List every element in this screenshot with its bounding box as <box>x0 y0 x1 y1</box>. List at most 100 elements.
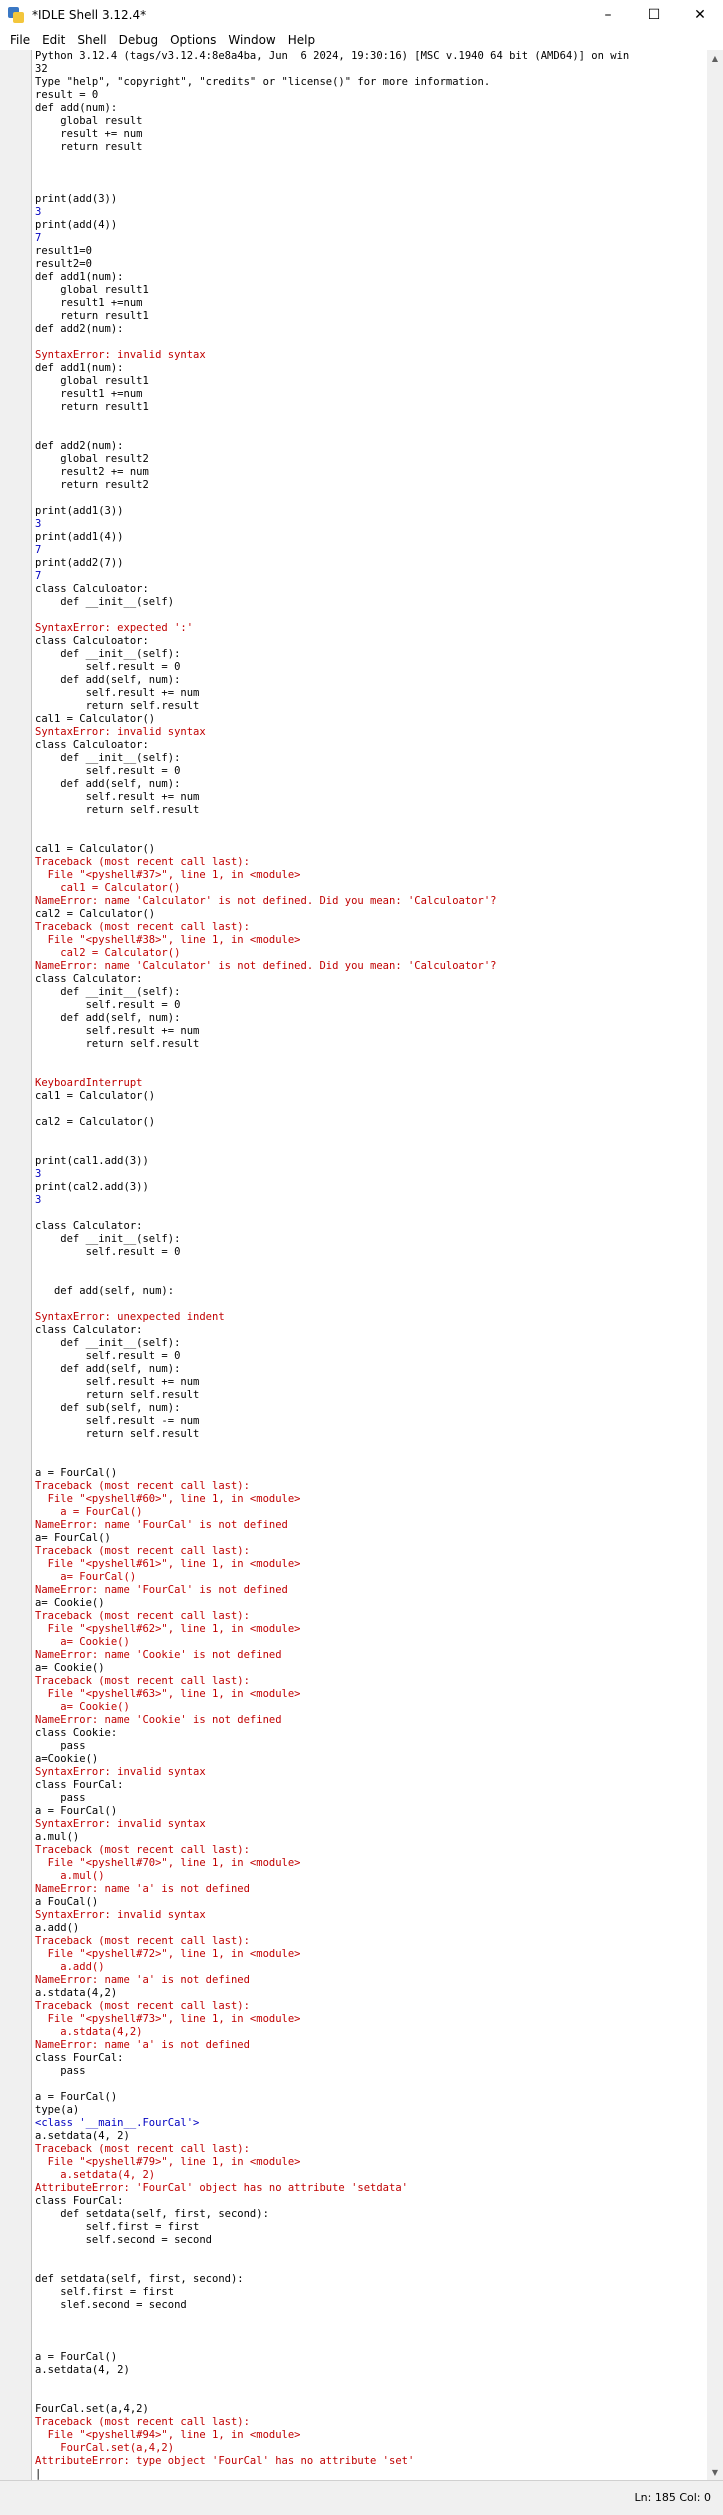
shell-line-text: Traceback (most recent call last): <box>35 921 250 933</box>
shell-line: Traceback (most recent call last): <box>35 1480 707 1493</box>
menu-options[interactable]: Options <box>164 30 222 50</box>
shell-line-text: Traceback (most recent call last): <box>35 1935 250 1947</box>
shell-line: ... self.result -= num <box>35 1415 707 1428</box>
shell-line: ... result1 +=num <box>35 388 707 401</box>
shell-text-area[interactable]: Python 3.12.4 (tags/v3.12.4:8e8a4ba, Jun… <box>35 50 707 2480</box>
shell-line: >>>def add1(num): <box>35 362 707 375</box>
menu-shell[interactable]: Shell <box>71 30 112 50</box>
shell-line: 3 <box>35 206 707 219</box>
shell-line: ... def add(self, num): <box>35 1363 707 1376</box>
shell-line-text: def __init__(self) <box>35 596 175 608</box>
minimize-button[interactable]: – <box>585 0 631 30</box>
shell-line-text: a= Cookie() <box>35 1701 130 1713</box>
scroll-up-icon[interactable]: ▲ <box>707 50 723 66</box>
shell-line-text: FourCal.set(a,4,2) <box>35 2442 175 2454</box>
shell-line-text: NameError: name 'Cookie' is not defined <box>35 1714 282 1726</box>
shell-line: >>> <box>35 1129 707 1142</box>
shell-line-text: <class '__main__.FourCal'> <box>35 2117 200 2129</box>
shell-line: ... self.first = first <box>35 2286 707 2299</box>
shell-line: >>>a = FourCal() <box>35 2091 707 2104</box>
shell-line-text: self.result += num <box>35 791 200 803</box>
shell-line: NameError: name 'Cookie' is not defined <box>35 1649 707 1662</box>
maximize-button[interactable]: ☐ <box>631 0 677 30</box>
shell-line: ... <box>35 2078 707 2091</box>
vertical-scrollbar[interactable]: ▲ ▼ <box>707 50 723 2480</box>
shell-line-text: Traceback (most recent call last): <box>35 2143 250 2155</box>
shell-line: >>>result2=0 <box>35 258 707 271</box>
shell-line-text: def __init__(self): <box>35 1337 181 1349</box>
shell-line: ... def __init__(self): <box>35 1233 707 1246</box>
shell-line: >>> <box>35 2390 707 2403</box>
shell-line: >>>print(add(4)) <box>35 219 707 232</box>
shell-line: SyntaxError: invalid syntax <box>35 1818 707 1831</box>
shell-line-text: a = FourCal() <box>35 1506 143 1518</box>
shell-line-text: Traceback (most recent call last): <box>35 1480 250 1492</box>
shell-line-text: return result1 <box>35 401 149 413</box>
window-controls: – ☐ ✕ <box>585 0 723 30</box>
shell-line-text: print(add1(4)) <box>35 531 124 543</box>
shell-line-text: return self.result <box>35 700 200 712</box>
shell-line-text: File "<pyshell#73>", line 1, in <module> <box>35 2013 301 2025</box>
shell-line-text: File "<pyshell#61>", line 1, in <module> <box>35 1558 301 1570</box>
menu-help[interactable]: Help <box>282 30 321 50</box>
menu-file[interactable]: File <box>4 30 36 50</box>
shell-line-text: Traceback (most recent call last): <box>35 856 250 868</box>
menu-window[interactable]: Window <box>222 30 281 50</box>
scroll-down-icon[interactable]: ▼ <box>707 2464 723 2480</box>
shell-line: 7 <box>35 232 707 245</box>
shell-line: ... <box>35 1051 707 1064</box>
shell-line-text: result = 0 <box>35 89 99 101</box>
shell-line: ... return self.result <box>35 1389 707 1402</box>
shell-line: ... def setdata(self, first, second): <box>35 2208 707 2221</box>
shell-line-text: def add(self, num): <box>35 1285 175 1297</box>
shell-line: a.setdata(4, 2) <box>35 2169 707 2182</box>
shell-line-text: print(add2(7)) <box>35 557 124 569</box>
shell-line: Traceback (most recent call last): <box>35 1545 707 1558</box>
shell-line: ... def __init__(self): <box>35 648 707 661</box>
shell-line-text: 3 <box>35 206 42 218</box>
shell-line-text: a = FourCal() <box>35 2091 118 2103</box>
shell-line: >>>class Calculoator: <box>35 635 707 648</box>
shell-line: Traceback (most recent call last): <box>35 921 707 934</box>
shell-line-text: def add(self, num): <box>35 1012 181 1024</box>
minimize-icon: – <box>604 7 612 23</box>
shell-line-text: SyntaxError: invalid syntax <box>35 726 206 738</box>
shell-line-text: cal1 = Calculator() <box>35 882 181 894</box>
shell-line-text: return self.result <box>35 1389 200 1401</box>
shell-line-text: KeyboardInterrupt <box>35 1077 143 1089</box>
shell-line-text: self.result = 0 <box>35 999 181 1011</box>
close-button[interactable]: ✕ <box>677 0 723 30</box>
shell-line-text: a.mul() <box>35 1870 105 1882</box>
shell-line: ...a=Cookie() <box>35 1753 707 1766</box>
shell-line: Traceback (most recent call last): <box>35 2000 707 2013</box>
shell-line-text: a FouCal() <box>35 1896 99 1908</box>
menu-debug[interactable]: Debug <box>113 30 164 50</box>
shell-line-text: print(cal1.add(3)) <box>35 1155 149 1167</box>
shell-line: KeyboardInterrupt <box>35 1077 707 1090</box>
shell-line-text: SyntaxError: invalid syntax <box>35 1909 206 1921</box>
menu-edit[interactable]: Edit <box>36 30 71 50</box>
shell-line: ... self.result = 0 <box>35 765 707 778</box>
shell-line: ... <box>35 154 707 167</box>
shell-line: >>>def add(num): <box>35 102 707 115</box>
shell-line-text: | <box>35 2468 42 2480</box>
shell-line-text: 3 <box>35 518 42 530</box>
shell-line-text: def add(self, num): <box>35 1363 181 1375</box>
shell-line: ... <box>35 492 707 505</box>
shell-line: ... <box>35 1259 707 1272</box>
shell-line: ... self.result += num <box>35 687 707 700</box>
python-icon <box>8 7 24 23</box>
shell-line-text: pass <box>35 2065 86 2077</box>
shell-line: >>>print(cal2.add(3)) <box>35 1181 707 1194</box>
shell-line-text: 7 <box>35 570 42 582</box>
shell-line: ... self.result = 0 <box>35 661 707 674</box>
shell-line-text: AttributeError: type object 'FourCal' ha… <box>35 2455 415 2467</box>
shell-line: ... global result <box>35 115 707 128</box>
shell-line-text: a= FourCal() <box>35 1532 111 1544</box>
shell-line: SyntaxError: expected ':' <box>35 622 707 635</box>
shell-line-text: a=Cookie() <box>35 1753 99 1765</box>
shell-line: ... result1 +=num <box>35 297 707 310</box>
shell-line: ... global result2 <box>35 453 707 466</box>
shell-line: >>>cal1 = Calculator() <box>35 843 707 856</box>
shell-line-text: File "<pyshell#63>", line 1, in <module> <box>35 1688 301 1700</box>
